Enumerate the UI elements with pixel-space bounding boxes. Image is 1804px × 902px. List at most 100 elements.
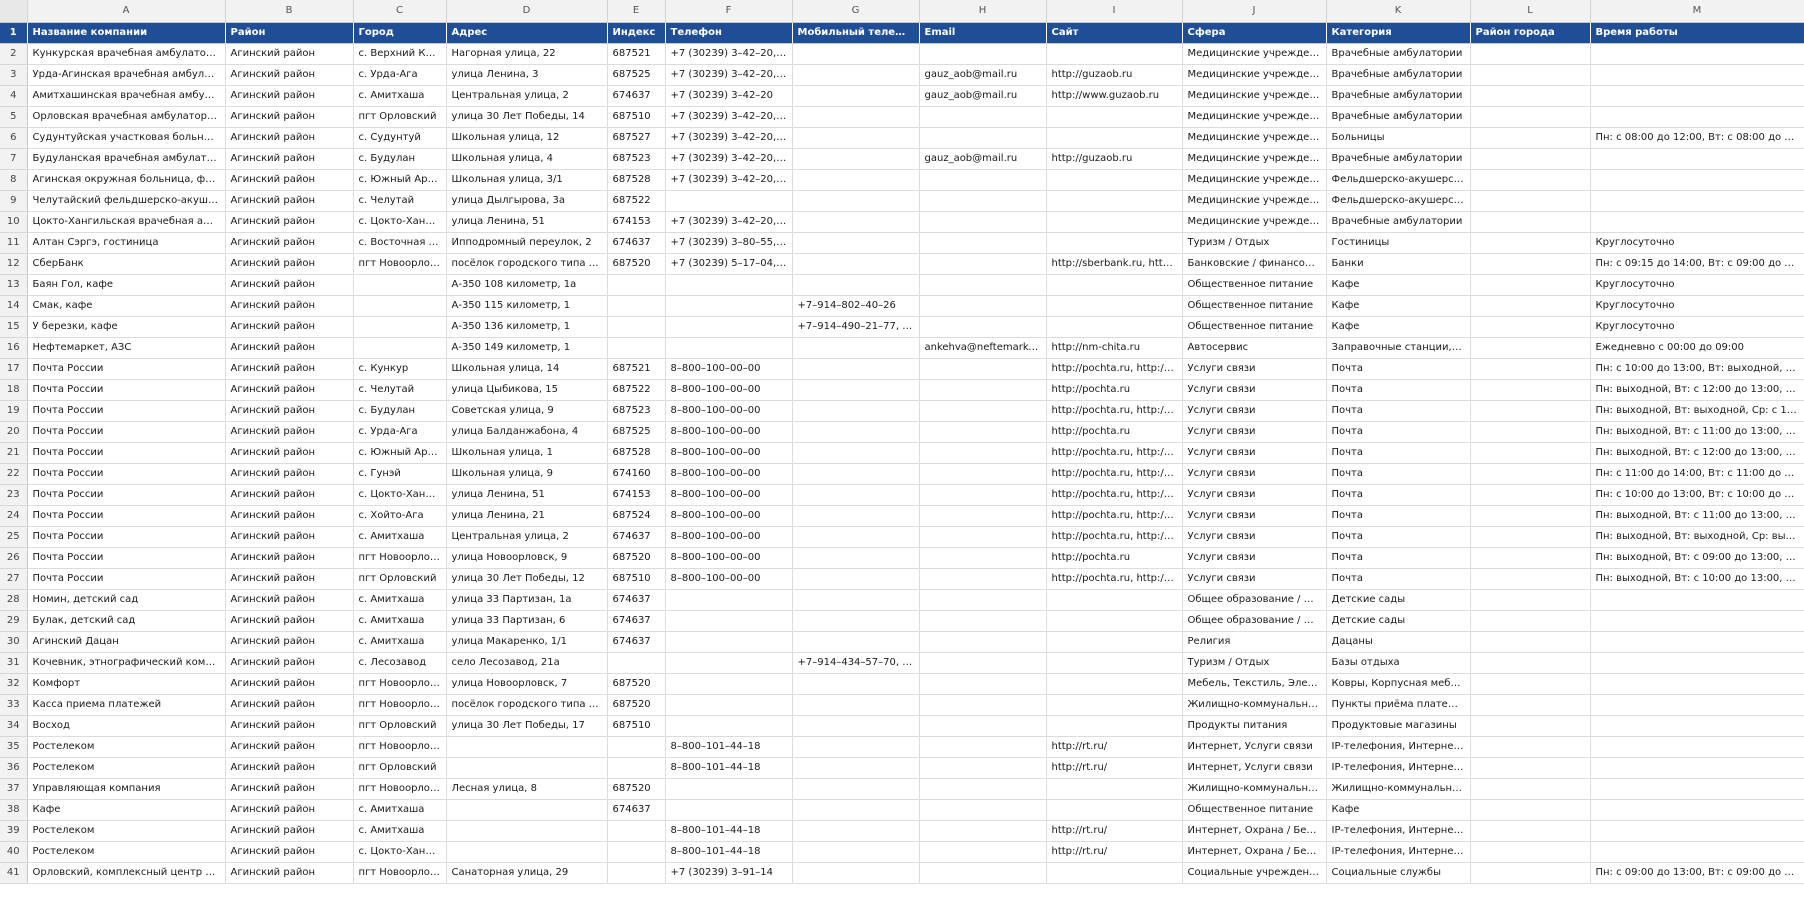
table-cell[interactable] [1590,820,1804,842]
table-cell[interactable] [446,841,608,863]
table-cell[interactable]: Агинский район [225,820,354,842]
table-cell[interactable]: Управляющая компания [27,778,226,800]
table-cell[interactable]: 674637 [607,799,666,821]
table-cell[interactable]: Автосервис [1182,337,1327,359]
table-cell[interactable]: Почта [1326,463,1471,485]
table-cell[interactable]: улица 30 Лет Победы, 12 [446,568,608,590]
table-cell[interactable]: Почта [1326,400,1471,422]
table-cell[interactable] [1046,694,1183,716]
table-cell[interactable]: http://guzaob.ru [1046,148,1183,170]
row-number[interactable]: 35 [0,736,28,758]
row-number[interactable]: 21 [0,442,28,464]
table-cell[interactable]: Пн: выходной, Вт: выходной, Ср: с 10:00 … [1590,400,1804,422]
column-header[interactable]: Время работы [1590,22,1804,44]
row-number[interactable]: 7 [0,148,28,170]
table-cell[interactable] [1590,778,1804,800]
table-cell[interactable]: IP-телефония, Интернет-п… [1326,820,1471,842]
table-cell[interactable]: Кочевник, этнографический комплекс [27,652,226,674]
table-cell[interactable]: 8–800–100–00–00 [665,547,793,569]
table-cell[interactable] [919,547,1047,569]
table-cell[interactable] [919,736,1047,758]
table-cell[interactable]: 687527 [607,127,666,149]
table-cell[interactable]: Агинский район [225,568,354,590]
row-number[interactable]: 41 [0,862,28,884]
table-cell[interactable]: Туризм / Отдых [1182,652,1327,674]
table-cell[interactable]: Касса приема платежей [27,694,226,716]
row-number[interactable]: 17 [0,358,28,380]
table-cell[interactable]: Орловская врачебная амбулатория [27,106,226,128]
table-cell[interactable]: +7 (30239) 3–80–55, +7… [665,232,793,254]
row-number[interactable]: 16 [0,337,28,359]
table-cell[interactable]: 687522 [607,379,666,401]
table-cell[interactable]: с. Верхний Кунк… [353,43,447,65]
table-cell[interactable]: http://pochta.ru, http://po… [1046,358,1183,380]
table-cell[interactable]: Услуги связи [1182,505,1327,527]
table-cell[interactable] [792,568,920,590]
table-cell[interactable]: http://guzaob.ru [1046,64,1183,86]
column-header[interactable]: Мобильный телефон [792,22,920,44]
table-cell[interactable]: 8–800–100–00–00 [665,463,793,485]
table-cell[interactable]: http://pochta.ru [1046,379,1183,401]
table-cell[interactable] [792,799,920,821]
table-cell[interactable]: 687520 [607,694,666,716]
table-cell[interactable]: http://rt.ru/ [1046,736,1183,758]
table-cell[interactable] [607,820,666,842]
table-cell[interactable]: Услуги связи [1182,421,1327,443]
table-cell[interactable]: Общественное питание [1182,799,1327,821]
table-cell[interactable] [792,631,920,653]
table-cell[interactable]: СберБанк [27,253,226,275]
table-cell[interactable]: Детские сады [1326,589,1471,611]
row-number[interactable]: 12 [0,253,28,275]
table-cell[interactable]: Агинский Дацан [27,631,226,653]
column-letter-h[interactable]: H [919,0,1047,23]
table-cell[interactable]: IP-телефония, Интернет-п… [1326,757,1471,779]
table-cell[interactable]: улица Новоорловск, 9 [446,547,608,569]
table-cell[interactable]: Центральная улица, 2 [446,85,608,107]
table-cell[interactable]: Врачебные амбулатории [1326,211,1471,233]
table-cell[interactable] [792,358,920,380]
table-cell[interactable] [1046,316,1183,338]
table-cell[interactable]: Пн: выходной, Вт: с 12:00 до 13:00, Ср: … [1590,379,1804,401]
table-cell[interactable]: Ростелеком [27,820,226,842]
table-cell[interactable] [919,610,1047,632]
table-cell[interactable] [665,652,793,674]
table-cell[interactable]: Агинский район [225,253,354,275]
table-cell[interactable]: Почта России [27,547,226,569]
table-cell[interactable] [792,820,920,842]
row-number[interactable]: 8 [0,169,28,191]
table-cell[interactable] [607,736,666,758]
table-cell[interactable]: Банки [1326,253,1471,275]
table-cell[interactable]: улица Новоорловск, 7 [446,673,608,695]
table-cell[interactable] [1470,568,1591,590]
column-letter-b[interactable]: B [225,0,354,23]
table-cell[interactable]: пгт Новоорловск [353,694,447,716]
table-cell[interactable] [919,505,1047,527]
table-cell[interactable]: Челутайский фельдшерско-акушерск… [27,190,226,212]
table-cell[interactable] [792,337,920,359]
table-cell[interactable] [919,778,1047,800]
table-cell[interactable] [792,757,920,779]
table-cell[interactable]: Пн: выходной, Вт: с 11:00 до 13:00, Ср: … [1590,421,1804,443]
table-cell[interactable]: Детские сады [1326,610,1471,632]
table-cell[interactable] [792,673,920,695]
table-cell[interactable]: gauz_aob@mail.ru [919,148,1047,170]
table-cell[interactable] [1470,610,1591,632]
table-cell[interactable] [1590,43,1804,65]
table-cell[interactable]: Общее образование / Цен… [1182,589,1327,611]
table-cell[interactable] [1590,736,1804,758]
column-letter-d[interactable]: D [446,0,608,23]
table-cell[interactable] [792,43,920,65]
table-cell[interactable]: село Лесозавод, 21а [446,652,608,674]
table-cell[interactable]: У березки, кафе [27,316,226,338]
column-header[interactable]: Район города [1470,22,1591,44]
table-cell[interactable]: улица Ленина, 51 [446,211,608,233]
table-cell[interactable]: Мебель, Текстиль, Электро… [1182,673,1327,695]
table-cell[interactable] [1470,547,1591,569]
table-cell[interactable]: 687510 [607,568,666,590]
table-cell[interactable]: Медицинские учреждения [1182,148,1327,170]
table-cell[interactable] [1470,757,1591,779]
table-cell[interactable]: Больницы [1326,127,1471,149]
table-cell[interactable] [1470,862,1591,884]
table-cell[interactable] [1470,841,1591,863]
table-cell[interactable]: Услуги связи [1182,484,1327,506]
